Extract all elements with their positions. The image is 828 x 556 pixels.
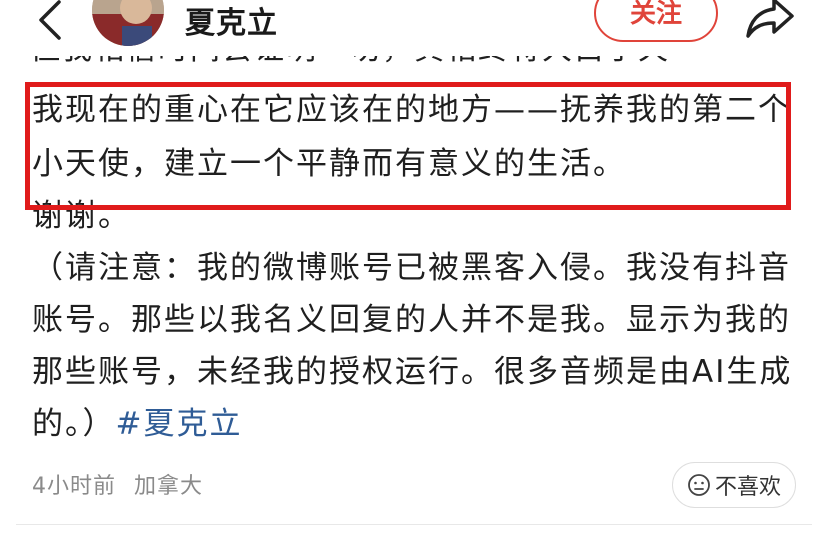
- post-meta: 4小时前 加拿大: [32, 468, 203, 500]
- post-line-2: 小天使，建立一个平静而有意义的生活。: [32, 146, 626, 182]
- post-location: 加拿大: [134, 474, 204, 499]
- post-line-7-text: 的。）: [32, 406, 116, 442]
- chevron-left-icon: [39, 0, 61, 40]
- username[interactable]: 夏克立: [185, 0, 278, 42]
- follow-button[interactable]: 关注: [594, 0, 718, 42]
- divider: [16, 524, 812, 525]
- avatar-image: [92, 0, 164, 46]
- post-line-5: 账号。那些以我名义回复的人并不是我。显示为我的: [32, 302, 791, 338]
- clipped-text-line: 但我相信时间会证明一切，真相终将大白于天下: [30, 56, 670, 76]
- post-line-6: 那些账号，未经我的授权运行。很多音频是由AI生成: [32, 354, 793, 390]
- post-time: 4小时前: [32, 474, 116, 499]
- share-icon: [746, 0, 794, 38]
- post-line-7: 的。）#夏克立: [32, 404, 802, 444]
- clipped-text: 但我相信时间会证明一切，真相终将大白于天下: [30, 56, 670, 70]
- frown-face-icon: [688, 474, 710, 496]
- post-detail-page: 夏克立 关注 但我相信时间会证明一切，真相终将大白于天下 我现在的重心在它应该在…: [0, 0, 828, 556]
- hashtag-link[interactable]: #夏克立: [116, 406, 243, 442]
- post-line-4: （请注意：我的微博账号已被黑客入侵。我没有抖音: [32, 250, 791, 286]
- post-line-3: 谢谢。: [32, 198, 131, 234]
- post-line-1: 我现在的重心在它应该在的地方——抚养我的第二个: [32, 92, 791, 128]
- dislike-label: 不喜欢: [714, 475, 781, 500]
- share-button[interactable]: [744, 0, 796, 40]
- avatar[interactable]: [92, 0, 164, 46]
- back-button[interactable]: [30, 0, 70, 40]
- dislike-button[interactable]: 不喜欢: [672, 462, 796, 508]
